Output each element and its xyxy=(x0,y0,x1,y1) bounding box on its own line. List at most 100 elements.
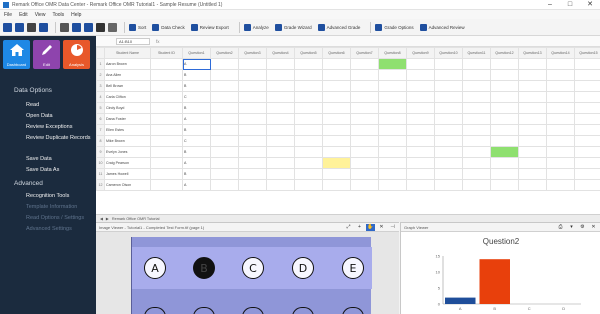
table-cell[interactable] xyxy=(518,135,547,147)
table-cell[interactable] xyxy=(490,124,519,136)
table-cell[interactable] xyxy=(574,69,600,81)
table-cell[interactable] xyxy=(406,124,435,136)
table-cell[interactable] xyxy=(322,113,351,125)
table-cell[interactable] xyxy=(294,58,323,70)
print-icon[interactable] xyxy=(60,22,69,32)
table-cell[interactable] xyxy=(150,179,183,191)
table-row[interactable]: 3 Bell Brown B xyxy=(96,80,600,92)
close-pane-icon[interactable]: ✕ xyxy=(377,224,386,231)
table-cell[interactable] xyxy=(350,146,379,158)
column-header[interactable]: Student Name xyxy=(104,47,151,59)
dashboard-button[interactable]: Dashboard xyxy=(3,40,30,69)
table-cell[interactable]: B xyxy=(182,69,211,81)
table-row[interactable]: 2 Ana Allen B xyxy=(96,69,600,81)
table-cell[interactable] xyxy=(462,102,491,114)
table-cell[interactable] xyxy=(266,146,295,158)
column-header[interactable]: Question10 xyxy=(434,47,463,59)
table-row[interactable]: 1 Aaron Brown A xyxy=(96,58,600,70)
table-cell[interactable] xyxy=(378,113,407,125)
table-row[interactable]: 12 Cameron Olson A xyxy=(96,179,600,191)
table-cell[interactable] xyxy=(434,58,463,70)
table-cell[interactable] xyxy=(574,168,600,180)
sidebar-item-read[interactable]: Read xyxy=(0,100,96,111)
table-cell[interactable] xyxy=(434,179,463,191)
table-cell[interactable] xyxy=(406,80,435,92)
table-cell[interactable] xyxy=(322,146,351,158)
table-cell[interactable] xyxy=(322,157,351,169)
student-name-cell[interactable]: Cindy Boyd xyxy=(104,102,151,114)
table-cell[interactable] xyxy=(574,102,600,114)
table-cell[interactable] xyxy=(546,179,575,191)
sidebar-item-save-data-as[interactable]: Save Data As xyxy=(0,165,96,176)
copy-icon[interactable] xyxy=(72,22,81,32)
table-cell[interactable] xyxy=(238,168,267,180)
table-cell[interactable] xyxy=(406,91,435,103)
column-header[interactable]: Question2 xyxy=(210,47,239,59)
table-cell[interactable] xyxy=(378,69,407,81)
sidebar-item-advanced-settings[interactable]: Advanced Settings xyxy=(0,224,96,235)
table-cell[interactable] xyxy=(462,124,491,136)
table-cell[interactable]: B xyxy=(182,168,211,180)
table-cell[interactable] xyxy=(490,179,519,191)
table-cell[interactable] xyxy=(266,124,295,136)
data-grid[interactable]: Student Name Student ID Question1 Question2… xyxy=(96,47,600,191)
sidebar-item-review-duplicates[interactable]: Review Duplicate Records xyxy=(0,133,96,154)
table-cell[interactable] xyxy=(150,69,183,81)
table-cell[interactable] xyxy=(490,157,519,169)
table-cell[interactable] xyxy=(462,91,491,103)
table-cell[interactable] xyxy=(518,58,547,70)
table-cell[interactable] xyxy=(210,113,239,125)
table-cell[interactable] xyxy=(238,69,267,81)
student-name-cell[interactable]: Bell Brown xyxy=(104,80,151,92)
table-cell[interactable] xyxy=(150,113,183,125)
table-cell[interactable] xyxy=(574,146,600,158)
table-row[interactable]: 7 Ellen Estes B xyxy=(96,124,600,136)
table-cell[interactable] xyxy=(322,80,351,92)
table-cell[interactable] xyxy=(322,58,351,70)
column-header[interactable]: Question9 xyxy=(406,47,435,59)
table-cell[interactable] xyxy=(574,157,600,169)
student-name-cell[interactable]: Cameron Olson xyxy=(104,179,151,191)
table-cell[interactable] xyxy=(406,157,435,169)
table-cell[interactable] xyxy=(434,91,463,103)
table-cell[interactable] xyxy=(462,157,491,169)
table-cell[interactable] xyxy=(378,146,407,158)
column-header[interactable]: Question15 xyxy=(574,47,600,59)
settings-icon[interactable]: ⚙ xyxy=(578,224,587,231)
pencil-icon[interactable] xyxy=(27,22,36,32)
table-cell[interactable] xyxy=(350,168,379,180)
table-cell[interactable] xyxy=(294,168,323,180)
menu-tools[interactable]: Tools xyxy=(52,12,64,18)
table-cell[interactable] xyxy=(574,58,600,70)
table-cell[interactable] xyxy=(518,168,547,180)
sheet-tab[interactable]: Remark Office OMR Tutorial xyxy=(112,217,160,221)
column-header[interactable]: Question8 xyxy=(378,47,407,59)
table-cell[interactable] xyxy=(238,146,267,158)
student-name-cell[interactable]: Mike Brown xyxy=(104,135,151,147)
table-cell[interactable] xyxy=(434,135,463,147)
menu-help[interactable]: Help xyxy=(71,12,81,18)
table-cell[interactable] xyxy=(462,146,491,158)
table-cell[interactable] xyxy=(150,91,183,103)
table-cell[interactable] xyxy=(546,135,575,147)
column-header[interactable]: Question4 xyxy=(266,47,295,59)
analysis-button[interactable]: Analysis xyxy=(63,40,90,69)
sidebar-item-read-options[interactable]: Read Options / Settings xyxy=(0,213,96,224)
table-cell[interactable] xyxy=(546,58,575,70)
delete-icon[interactable] xyxy=(96,22,105,32)
table-cell[interactable] xyxy=(546,80,575,92)
table-cell[interactable] xyxy=(210,146,239,158)
table-cell[interactable] xyxy=(266,80,295,92)
table-cell[interactable] xyxy=(518,179,547,191)
table-cell[interactable] xyxy=(462,80,491,92)
fit-icon[interactable]: ⤢ xyxy=(344,224,353,231)
table-cell[interactable] xyxy=(210,102,239,114)
table-cell[interactable] xyxy=(462,58,491,70)
table-row[interactable]: 6 Dana Foster A xyxy=(96,113,600,125)
table-cell[interactable] xyxy=(434,69,463,81)
chart-bar[interactable] xyxy=(445,297,476,304)
table-cell[interactable]: C xyxy=(182,91,211,103)
table-cell[interactable] xyxy=(462,69,491,81)
table-cell[interactable] xyxy=(294,80,323,92)
name-box[interactable]: A1:B10 xyxy=(116,37,150,45)
